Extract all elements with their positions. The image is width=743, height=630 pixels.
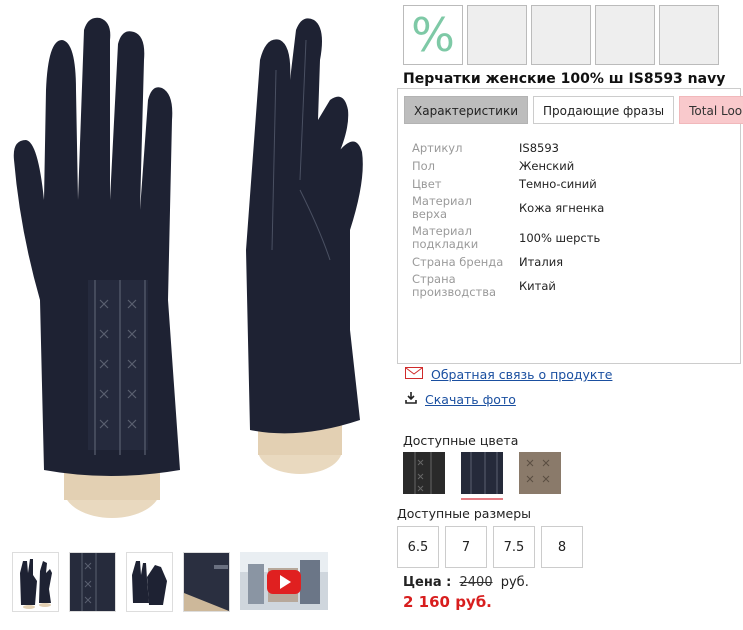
badge-slot-5: [659, 5, 719, 65]
spec-table: Артикул IS8593 Пол Женский Цвет Темно-си…: [412, 141, 604, 303]
badge-slot-4: [595, 5, 655, 65]
spec-label: Пол: [412, 158, 436, 173]
size-option[interactable]: 7: [445, 526, 487, 568]
color-swatches: [403, 452, 561, 500]
envelope-icon: [405, 367, 423, 382]
spec-label: Артикул: [412, 140, 463, 155]
thumbnail-3[interactable]: [126, 552, 173, 612]
spec-row: Артикул IS8593: [412, 141, 604, 155]
product-title: Перчатки женские 100% ш IS8593 navy: [403, 71, 726, 87]
main-product-image[interactable]: [0, 0, 390, 540]
color-swatch-taupe[interactable]: [519, 452, 561, 494]
thumbnail-2[interactable]: [69, 552, 116, 612]
download-icon: [405, 392, 417, 407]
spec-value: Темно-синий: [519, 177, 597, 191]
spec-value: Китай: [519, 279, 556, 293]
thumbnail-4[interactable]: [183, 552, 230, 612]
badge-row: %: [403, 5, 719, 65]
size-option[interactable]: 7.5: [493, 526, 535, 568]
color-swatch-navy[interactable]: [461, 452, 503, 500]
video-thumbnail[interactable]: [240, 552, 328, 610]
spec-label: Страна производства: [412, 272, 497, 299]
sizes-label: Доступные размеры: [397, 506, 532, 521]
size-option[interactable]: 8: [541, 526, 583, 568]
price-label: Цена :: [403, 575, 452, 590]
spec-label: Материал подкладки: [412, 224, 479, 251]
spec-row: Материал верха Кожа ягненка: [412, 195, 604, 221]
spec-row: Цвет Темно-синий: [412, 177, 604, 191]
thumbnail-1[interactable]: [12, 552, 59, 612]
colors-label: Доступные цвета: [403, 433, 519, 448]
tab-selling-phrases[interactable]: Продающие фразы: [533, 96, 675, 124]
spec-label: Страна бренда: [412, 254, 504, 269]
spec-value: 100% шерсть: [519, 231, 601, 245]
spec-row: Страна бренда Италия: [412, 255, 604, 269]
spec-value: Кожа ягненка: [519, 201, 605, 215]
glove-photo: [13, 17, 363, 518]
spec-value: Италия: [519, 255, 564, 269]
new-price: 2 160 руб.: [403, 593, 492, 611]
spec-value: Женский: [519, 159, 575, 173]
tab-total-looks[interactable]: Total Looks: [679, 96, 743, 124]
old-price: 2400: [459, 575, 493, 590]
thumbnail-strip: [12, 552, 328, 612]
size-option[interactable]: 6.5: [397, 526, 439, 568]
size-options: 6.5 7 7.5 8: [397, 526, 583, 568]
tab-bar: Характеристики Продающие фразы Total Loo…: [404, 96, 743, 124]
spec-value: IS8593: [519, 141, 559, 155]
color-swatch-black[interactable]: [403, 452, 445, 494]
spec-row: Пол Женский: [412, 159, 604, 173]
download-photo-link[interactable]: Скачать фото: [425, 392, 516, 407]
spec-row: Материал подкладки 100% шерсть: [412, 225, 604, 251]
feedback-row: Обратная связь о продукте: [405, 367, 612, 382]
tab-characteristics[interactable]: Характеристики: [404, 96, 529, 124]
badge-slot-2: [467, 5, 527, 65]
spec-label: Цвет: [412, 176, 442, 191]
old-price-currency: руб.: [500, 575, 529, 590]
price-row: Цена : 2400 руб.: [403, 575, 529, 590]
spec-row: Страна производства Китай: [412, 273, 604, 299]
download-row: Скачать фото: [405, 392, 516, 407]
product-info-panel: Характеристики Продающие фразы Total Loo…: [397, 88, 743, 364]
feedback-link[interactable]: Обратная связь о продукте: [431, 367, 612, 382]
sale-badge: %: [403, 5, 463, 65]
spec-label: Материал верха: [412, 194, 472, 221]
badge-slot-3: [531, 5, 591, 65]
